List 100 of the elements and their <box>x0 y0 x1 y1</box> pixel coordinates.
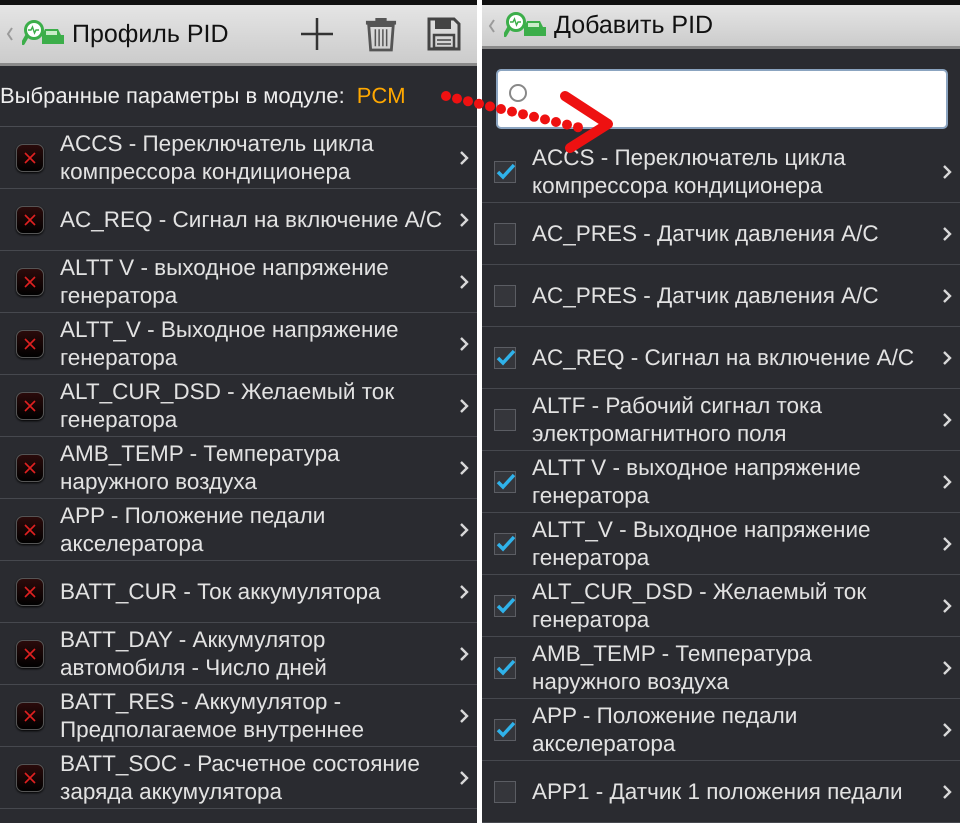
checkbox[interactable] <box>494 470 516 492</box>
remove-button[interactable] <box>16 268 44 296</box>
pid-name: BATT_CUR - Ток аккумулятора <box>60 578 382 606</box>
search-icon <box>508 83 528 103</box>
checkbox[interactable] <box>494 718 516 740</box>
chevron-right-icon <box>942 784 952 800</box>
pid-name: AMB_TEMP - Температура наружного воздуха <box>60 440 341 496</box>
pid-name: ALTT_V - Выходное напряжение генератора <box>532 516 872 572</box>
chevron-right-icon <box>942 412 952 428</box>
pid-list-item[interactable]: AC_PRES - Датчик давления A/C <box>482 203 960 265</box>
x-icon <box>23 770 37 784</box>
pid-list-item[interactable]: APP1 - Датчик 1 положения педали <box>482 761 960 823</box>
remove-button[interactable] <box>16 144 44 172</box>
x-icon <box>23 336 37 350</box>
pid-name: ALT_CUR_DSD - Желаемый ток генератора <box>532 578 868 634</box>
trash-button[interactable] <box>365 16 397 52</box>
checkbox[interactable] <box>494 780 516 802</box>
pid-list-item[interactable]: APP - Положение педали акселератора <box>482 699 960 761</box>
pid-name: ALTT V - выходное напряжение генератора <box>532 454 862 510</box>
pid-name: AC_PRES - Датчик давления A/C <box>532 220 880 248</box>
checkbox[interactable] <box>494 222 516 244</box>
add-button[interactable] <box>299 16 335 52</box>
pid-list-item[interactable]: BATT_CUR - Ток аккумулятора <box>0 561 477 623</box>
x-icon <box>23 150 37 164</box>
pid-list-item[interactable]: AMB_TEMP - Температура наружного воздуха <box>482 637 960 699</box>
remove-button[interactable] <box>16 702 44 730</box>
pid-name: APP - Положение педали акселератора <box>60 502 326 558</box>
chevron-right-icon <box>459 336 469 352</box>
remove-button[interactable] <box>16 392 44 420</box>
x-icon <box>23 646 37 660</box>
pid-list-item[interactable]: ACCS - Переключатель цикла компрессора кондиционера <box>0 127 477 189</box>
chevron-right-icon <box>459 584 469 600</box>
x-icon <box>23 398 37 412</box>
checkbox[interactable] <box>494 346 516 368</box>
pid-list-item[interactable]: ALTT_V - Выходное напряжение генератора <box>0 313 477 375</box>
chevron-right-icon <box>459 398 469 414</box>
remove-button[interactable] <box>16 516 44 544</box>
x-icon <box>23 460 37 474</box>
pid-name: BATT_RES - Аккумулятор - Предполагаемое внутреннее <box>60 688 366 744</box>
x-icon <box>23 212 37 226</box>
pid-list-item[interactable]: AC_PRES - Датчик давления A/C <box>482 265 960 327</box>
remove-button[interactable] <box>16 640 44 668</box>
pid-name: BATT_SOC - Расчетное состояние заряда аккумулятора <box>60 750 421 806</box>
pid-name: ALT_CUR_DSD - Желаемый ток генератора <box>60 378 396 434</box>
chevron-right-icon <box>942 722 952 738</box>
chevron-right-icon <box>459 274 469 290</box>
checkbox[interactable] <box>494 284 516 306</box>
chevron-right-icon <box>942 226 952 242</box>
pid-list-item[interactable]: APP - Положение педали акселератора <box>0 499 477 561</box>
search-field[interactable] <box>496 69 948 129</box>
pid-name: ACCS - Переключатель цикла компрессора кондиционера <box>60 130 375 186</box>
pid-name: ALTT_V - Выходное напряжение генератора <box>60 316 400 372</box>
chevron-right-icon <box>942 164 952 180</box>
pid-name: ALTT V - выходное напряжение генератора <box>60 254 390 310</box>
remove-button[interactable] <box>16 206 44 234</box>
pid-list-item[interactable]: BATT_SOC - Расчетное состояние заряда аккумулятора <box>0 747 477 809</box>
chevron-right-icon <box>459 708 469 724</box>
x-icon <box>23 584 37 598</box>
x-icon <box>23 274 37 288</box>
pid-name: BATT_DAY - Аккумулятор автомобиля - Число дней <box>60 626 328 682</box>
x-icon <box>23 708 37 722</box>
chevron-right-icon <box>459 770 469 786</box>
chevron-right-icon <box>942 536 952 552</box>
pid-name: ALTF - Рабочий сигнал тока электромагнитного поля <box>532 392 823 448</box>
pid-list-item[interactable]: BATT_RES - Аккумулятор - Предполагаемое внутреннее <box>0 685 477 747</box>
chevron-right-icon <box>942 660 952 676</box>
pid-list-item[interactable]: ALTT V - выходное напряжение генератора <box>0 251 477 313</box>
checkbox[interactable] <box>494 408 516 430</box>
pid-name: AC_REQ - Сигнал на включение A/C <box>60 206 443 234</box>
checkbox[interactable] <box>494 532 516 554</box>
module-name: PCM <box>356 83 406 109</box>
chevron-right-icon <box>459 646 469 662</box>
pid-name: AC_REQ - Сигнал на включение A/C <box>532 344 916 372</box>
pid-list-item[interactable]: ALT_CUR_DSD - Желаемый ток генератора <box>482 575 960 637</box>
pid-list-item[interactable]: ALTF - Рабочий сигнал тока электромагнитного поля <box>482 389 960 451</box>
checkbox[interactable] <box>494 656 516 678</box>
chevron-right-icon <box>459 460 469 476</box>
pid-name: AMB_TEMP - Температура наружного воздуха <box>532 640 813 696</box>
screen-title: Профиль PID <box>72 20 230 48</box>
x-icon <box>23 522 37 536</box>
save-button[interactable] <box>427 17 461 51</box>
chevron-right-icon <box>942 598 952 614</box>
remove-button[interactable] <box>16 330 44 358</box>
checkbox[interactable] <box>494 160 516 182</box>
pid-name: AC_PRES - Датчик давления A/C <box>532 282 880 310</box>
pid-list-item[interactable]: AC_REQ - Сигнал на включение A/C <box>0 189 477 251</box>
remove-button[interactable] <box>16 764 44 792</box>
pid-list-item[interactable]: BATT_DAY - Аккумулятор автомобиля - Число дней <box>0 623 477 685</box>
pid-name: ACCS - Переключатель цикла компрессора кондиционера <box>532 144 847 200</box>
chevron-right-icon <box>459 212 469 228</box>
pid-name: APP1 - Датчик 1 положения педали <box>532 778 904 806</box>
pid-list-item[interactable]: AMB_TEMP - Температура наружного воздуха <box>0 437 477 499</box>
pid-list-item[interactable]: AC_REQ - Сигнал на включение A/C <box>482 327 960 389</box>
pid-list-item[interactable]: ALTT_V - Выходное напряжение генератора <box>482 513 960 575</box>
remove-button[interactable] <box>16 454 44 482</box>
remove-button[interactable] <box>16 578 44 606</box>
pid-list-item[interactable]: ALTT V - выходное напряжение генератора <box>482 451 960 513</box>
checkbox[interactable] <box>494 594 516 616</box>
pid-list-item[interactable]: ACCS - Переключатель цикла компрессора кондиционера <box>482 141 960 203</box>
pid-list-item[interactable]: ALT_CUR_DSD - Желаемый ток генератора <box>0 375 477 437</box>
